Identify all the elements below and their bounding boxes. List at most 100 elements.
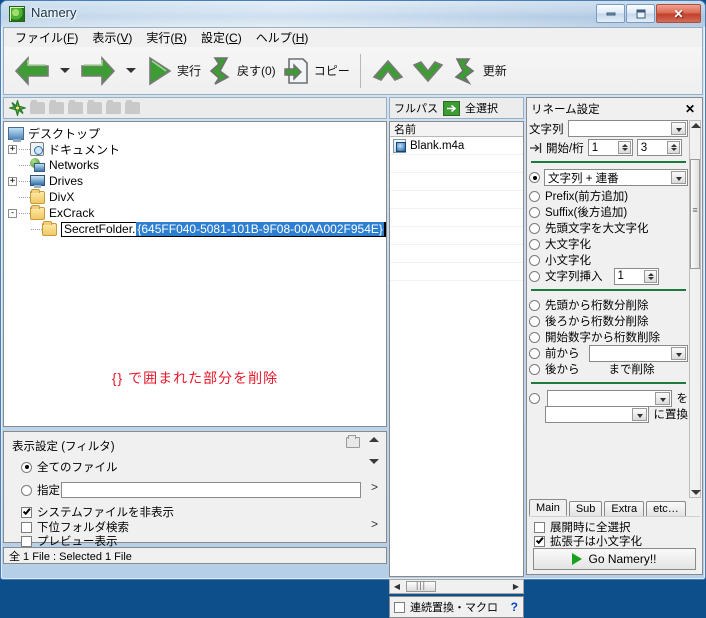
stepper-arrows-icon[interactable] [617, 141, 631, 154]
tree-item-desktop[interactable]: デスクトップ [4, 125, 386, 142]
move-down-button[interactable] [408, 49, 448, 93]
tree-item-drives[interactable]: + Drives [4, 173, 386, 189]
radio-delete-from-start-number[interactable] [529, 331, 540, 343]
close-icon[interactable]: ✕ [685, 102, 695, 116]
rename-settings-scrollbar[interactable] [689, 120, 701, 498]
insert-position-stepper[interactable]: 1 [613, 267, 659, 285]
back-button[interactable] [10, 49, 54, 93]
chevron-down-icon[interactable] [654, 391, 670, 405]
tree-item-divx[interactable]: DivX [4, 188, 386, 205]
fullpath-label[interactable]: フルパス [394, 100, 438, 116]
maximize-button[interactable] [626, 4, 655, 23]
radio-lowercase[interactable] [529, 254, 540, 266]
mode-combo[interactable]: 文字列 + 連番 [544, 169, 688, 186]
tab-sub[interactable]: Sub [568, 501, 603, 516]
filter-pattern-input[interactable] [61, 482, 361, 498]
breadcrumb-folder-5[interactable] [106, 100, 121, 114]
breadcrumb-folder-6[interactable] [125, 100, 140, 114]
list-horizontal-scrollbar[interactable]: ◀ ▶ [389, 579, 524, 594]
close-button[interactable]: ✕ [656, 4, 701, 23]
filter-hide-system-option[interactable]: システムファイルを非表示 [21, 504, 174, 520]
scroll-down-icon[interactable] [691, 490, 701, 495]
tab-main[interactable]: Main [529, 499, 567, 516]
tab-extra[interactable]: Extra [604, 501, 645, 516]
from-front-combo[interactable] [588, 344, 688, 362]
radio-uppercase[interactable] [529, 238, 540, 250]
breadcrumb-folder-3[interactable] [68, 100, 83, 114]
filter-all-files-option[interactable]: 全てのファイル [21, 459, 118, 475]
scrollbar-thumb[interactable] [690, 159, 700, 269]
option-replace[interactable]: を [529, 389, 688, 407]
option-delete-from-tail[interactable]: 後ろから桁数分削除 [529, 313, 688, 329]
tree-item-excrack[interactable]: - ExCrack [4, 204, 386, 221]
checkbox-continuous-replace-macro[interactable] [394, 601, 405, 613]
radio-mode-string-serial[interactable] [529, 172, 540, 183]
help-icon[interactable]: ? [511, 600, 518, 614]
expander-plus-icon[interactable]: + [8, 176, 17, 186]
radio-suffix[interactable] [529, 206, 540, 218]
option-lowercase[interactable]: 小文字化 [529, 252, 688, 268]
radio-specified[interactable] [21, 484, 32, 496]
digit-count-stepper[interactable]: 3 [636, 139, 682, 156]
option-capitalize-first[interactable]: 先頭文字を大文字化 [529, 220, 688, 236]
rename-inline-input[interactable]: SecretFolder. {645FF040-5081-101B-9F08-0… [61, 221, 386, 237]
chevron-down-icon[interactable] [671, 346, 686, 360]
forward-button[interactable] [76, 49, 120, 93]
filter-specified-option[interactable]: 指定 [21, 482, 60, 498]
radio-delete-from-head[interactable] [529, 299, 540, 311]
checkbox-preview[interactable] [21, 535, 32, 547]
chevron-down-icon[interactable] [671, 122, 686, 135]
scroll-right-icon[interactable]: ▶ [509, 582, 523, 591]
folder-icon[interactable] [346, 435, 360, 448]
menu-file[interactable]: ファイル(F) [8, 27, 85, 48]
refresh-button[interactable]: 更新 [448, 49, 510, 93]
menu-run[interactable]: 実行(R) [139, 27, 194, 48]
replace-target-row[interactable]: に置換 [529, 405, 688, 423]
checkbox-lowercase-extension[interactable] [534, 535, 545, 547]
radio-from-front[interactable] [529, 347, 540, 359]
radio-from-back[interactable] [529, 363, 540, 375]
forward-dropdown-caret-icon[interactable] [126, 68, 136, 73]
select-all-label[interactable]: 全選択 [465, 100, 498, 116]
checkbox-search-subfolders[interactable] [21, 521, 32, 533]
expander-minus-icon[interactable]: - [8, 208, 17, 218]
filter-expand-arrow-2[interactable]: > [371, 517, 378, 531]
breadcrumb-folder-4[interactable] [87, 100, 102, 114]
scroll-up-icon[interactable] [369, 437, 379, 442]
radio-delete-from-tail[interactable] [529, 315, 540, 327]
string-combo-input[interactable] [567, 120, 688, 137]
go-namery-button[interactable]: Go Namery!! [533, 548, 696, 570]
radio-capitalize-first[interactable] [529, 222, 540, 234]
scroll-up-icon[interactable] [691, 123, 701, 128]
menu-help[interactable]: ヘルプ(H) [249, 27, 316, 48]
scroll-down-icon[interactable] [369, 459, 379, 464]
undo-button[interactable]: 戻す(0) [204, 49, 279, 93]
radio-replace[interactable] [529, 392, 540, 404]
start-number-stepper[interactable]: 1 [587, 139, 633, 156]
option-insert-string[interactable]: 文字列挿入 1 [529, 267, 688, 285]
filter-expand-arrow-1[interactable]: > [371, 480, 378, 494]
option-delete-from-head[interactable]: 先頭から桁数分削除 [529, 297, 688, 313]
run-button[interactable]: 実行 [142, 49, 204, 93]
option-uppercase[interactable]: 大文字化 [529, 236, 688, 252]
tree-item-documents[interactable]: + ドキュメント [4, 141, 386, 157]
scrollbar-thumb[interactable] [406, 581, 436, 592]
tree-item-secretfolder[interactable]: SecretFolder. {645FF040-5081-101B-9F08-0… [4, 220, 386, 237]
chevron-down-icon[interactable] [671, 171, 686, 184]
stepper-arrows-icon[interactable] [643, 269, 657, 283]
menu-view[interactable]: 表示(V) [85, 27, 139, 48]
option-lowercase-extension[interactable]: 拡張子は小文字化 [529, 534, 700, 548]
replace-to-combo[interactable] [545, 405, 649, 423]
copy-button[interactable]: コピー [279, 49, 353, 93]
green-arrow-icon[interactable] [443, 100, 460, 116]
move-up-button[interactable] [368, 49, 408, 93]
breadcrumb-folder-1[interactable] [30, 100, 45, 114]
folder-tree[interactable]: デスクトップ + ドキュメント Networks + Drives DivX -… [3, 121, 387, 427]
option-suffix[interactable]: Suffix(後方追加) [529, 204, 688, 220]
breadcrumb-folder-2[interactable] [49, 100, 64, 114]
list-item[interactable]: Blank.m4a [390, 137, 523, 155]
radio-all-files[interactable] [21, 461, 32, 473]
checkbox-hide-system-files[interactable] [21, 506, 32, 518]
stepper-arrows-icon[interactable] [666, 141, 680, 154]
option-from-back[interactable]: 後から まで削除 [529, 361, 688, 377]
